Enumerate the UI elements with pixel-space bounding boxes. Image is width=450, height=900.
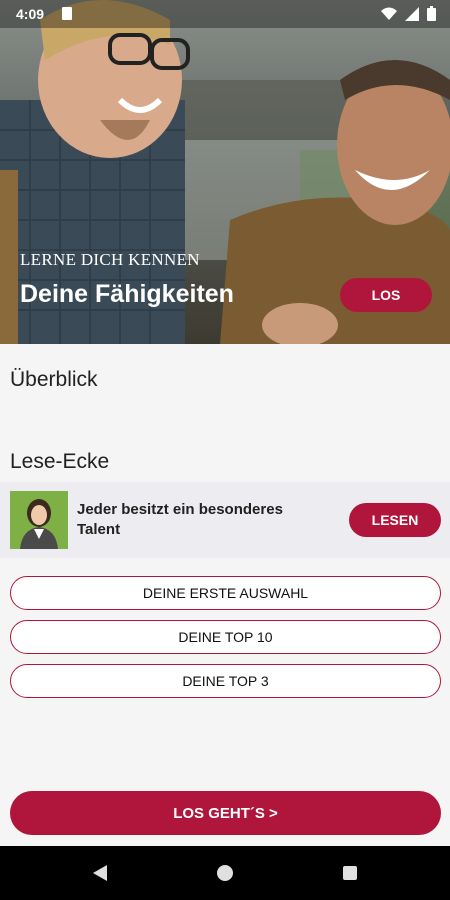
lets-go-button[interactable]: LOS GEHT´S > (10, 791, 441, 835)
navigation-bar (0, 846, 450, 900)
hero-banner: 4:09 LERNE DICH KENNEN Deine Fähigkeiten… (0, 0, 450, 344)
sd-card-icon (62, 7, 72, 20)
reading-card-text: Jeder besitzt ein besonderes Talent (77, 501, 283, 538)
los-button[interactable]: LOS (340, 278, 432, 312)
status-bar: 4:09 (0, 0, 450, 28)
option-top-3-button[interactable]: DEINE TOP 3 (10, 664, 441, 698)
signal-icon (405, 6, 419, 21)
status-time: 4:09 (16, 6, 45, 22)
battery-icon (427, 6, 436, 21)
back-button[interactable] (70, 846, 130, 900)
option-first-choice-button[interactable]: DEINE ERSTE AUSWAHL (10, 576, 441, 610)
option-top-10-button[interactable]: DEINE TOP 10 (10, 620, 441, 654)
lesen-button[interactable]: LESEN (349, 503, 441, 537)
woman-avatar-icon (20, 499, 58, 549)
avatar (10, 491, 68, 549)
recents-button[interactable] (320, 846, 380, 900)
home-button[interactable] (195, 846, 255, 900)
wifi-icon (381, 7, 397, 20)
hero-title: Deine Fähigkeiten (20, 280, 234, 308)
status-icons (381, 6, 436, 21)
overview-title: Überblick (10, 368, 98, 391)
home-icon (217, 865, 233, 881)
back-icon (93, 865, 107, 881)
recents-icon (343, 866, 357, 880)
reading-title: Lese-Ecke (10, 450, 110, 473)
hero-kicker: LERNE DICH KENNEN (20, 250, 200, 269)
